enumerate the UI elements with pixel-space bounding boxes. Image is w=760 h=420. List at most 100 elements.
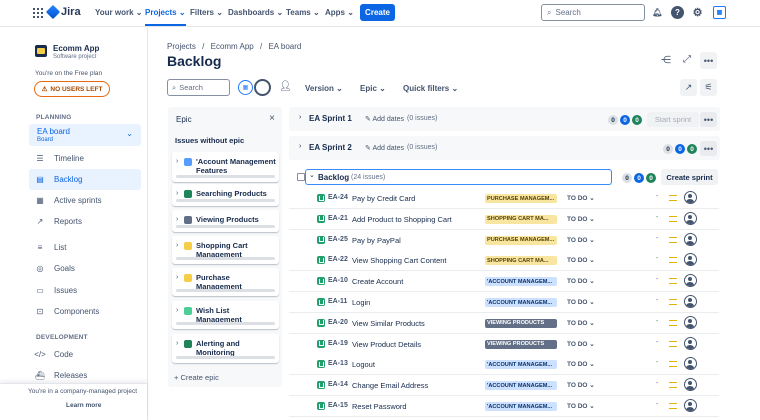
status-dropdown[interactable]: TO DO ⌄ bbox=[567, 319, 595, 327]
nav-teams[interactable]: Teams ⌄ bbox=[286, 8, 320, 17]
epic-card[interactable]: › Purchase Management bbox=[172, 268, 279, 296]
table-row[interactable]: EA-24 Pay by Credit Card PURCHASE MANAGEM.… bbox=[289, 188, 719, 209]
assignee-avatar-icon[interactable] bbox=[684, 253, 697, 267]
estimate[interactable]: - bbox=[656, 235, 658, 242]
assignee-avatar-icon[interactable] bbox=[684, 211, 697, 225]
epic-card[interactable]: › Shopping Cart Management bbox=[172, 236, 279, 264]
breadcrumb-projects[interactable]: Projects bbox=[167, 42, 196, 51]
issue-key[interactable]: EA-15 bbox=[328, 402, 348, 409]
issue-summary[interactable]: Reset Password bbox=[352, 402, 407, 411]
add-people-icon[interactable]: 👤︎ bbox=[279, 81, 292, 92]
issue-key[interactable]: EA-13 bbox=[328, 360, 348, 367]
create-epic-button[interactable]: + Create epic bbox=[174, 373, 219, 382]
start-sprint-button[interactable]: Start sprint bbox=[647, 112, 699, 127]
notifications-icon[interactable]: 🔔︎ bbox=[651, 6, 664, 19]
sidebar-item-code[interactable]: </> Code bbox=[29, 344, 141, 365]
table-row[interactable]: EA-13 Logout 'ACCOUNT MANAGEM... TO DO ⌄ - bbox=[289, 354, 719, 376]
table-row[interactable]: EA-19 View Product Details VIEWING PRODUCT… bbox=[289, 333, 719, 355]
nav-filters[interactable]: Filters ⌄ bbox=[190, 8, 223, 17]
assignee-avatar-icon[interactable] bbox=[684, 399, 697, 412]
project-name[interactable]: Ecomm App bbox=[53, 44, 99, 53]
status-dropdown[interactable]: TO DO ⌄ bbox=[567, 236, 595, 244]
assignee-avatar-icon[interactable] bbox=[684, 378, 697, 392]
table-row[interactable]: EA-15 Reset Password 'ACCOUNT MANAGEM... TO… bbox=[289, 396, 719, 417]
estimate[interactable]: - bbox=[656, 339, 658, 346]
epic-card[interactable]: › 'Account Management Features bbox=[172, 152, 279, 182]
epic-lozenge[interactable]: 'ACCOUNT MANAGEM... bbox=[485, 298, 557, 307]
assignee-avatar-icon[interactable] bbox=[684, 336, 697, 350]
jira-logo[interactable]: Jira bbox=[45, 4, 81, 20]
epic-lozenge[interactable]: VIEWING PRODUCTS bbox=[485, 339, 557, 349]
issue-summary[interactable]: View Product Details bbox=[352, 340, 421, 349]
estimate[interactable]: - bbox=[656, 276, 658, 283]
estimate[interactable]: - bbox=[656, 401, 658, 408]
sidebar-item-active-sprints[interactable]: ▦ Active sprints bbox=[29, 190, 141, 211]
sidebar-item-timeline[interactable]: ☰ Timeline bbox=[29, 148, 141, 169]
epic-card[interactable]: › Searching Products bbox=[172, 184, 279, 206]
status-dropdown[interactable]: TO DO ⌄ bbox=[567, 381, 595, 389]
sprint-row[interactable]: › EA Sprint 2 ✎ Add dates (0 issues) 0 0… bbox=[289, 136, 720, 160]
assignee-avatar-icon[interactable] bbox=[684, 315, 697, 329]
add-dates-button[interactable]: ✎ Add dates bbox=[365, 115, 404, 123]
table-row[interactable]: EA-22 View Shopping Cart Content SHOPPING … bbox=[289, 250, 719, 272]
issue-key[interactable]: EA-14 bbox=[328, 381, 348, 388]
assignee-avatar-icon[interactable] bbox=[684, 232, 697, 246]
issue-summary[interactable]: Pay by PayPal bbox=[352, 236, 401, 245]
profile-avatar-icon[interactable]: ▦ bbox=[713, 6, 726, 19]
sidebar-item-list[interactable]: ≡ List bbox=[29, 237, 141, 258]
issue-summary[interactable]: Logout bbox=[352, 360, 375, 369]
status-dropdown[interactable]: TO DO ⌄ bbox=[567, 256, 595, 264]
help-icon[interactable]: ? bbox=[671, 6, 684, 19]
estimate[interactable]: - bbox=[656, 193, 658, 200]
epic-card[interactable]: › Wish List Management bbox=[172, 301, 279, 329]
estimate[interactable]: - bbox=[656, 318, 658, 325]
issue-summary[interactable]: View Similar Products bbox=[352, 319, 425, 328]
settings-gear-icon[interactable]: ⚙ bbox=[691, 6, 704, 19]
sidebar-item-goals[interactable]: ◎ Goals bbox=[29, 258, 141, 279]
breadcrumb-board[interactable]: EA board bbox=[268, 42, 301, 51]
assignee-avatar-icon[interactable] bbox=[684, 295, 697, 308]
version-filter[interactable]: Version ⌄ bbox=[305, 84, 343, 93]
app-switcher-icon[interactable] bbox=[33, 8, 43, 18]
issue-key[interactable]: EA-10 bbox=[328, 277, 348, 284]
nav-projects[interactable]: Projects ⌄ bbox=[145, 8, 186, 26]
issues-without-epic[interactable]: Issues without epic bbox=[175, 136, 244, 145]
issue-summary[interactable]: Create Account bbox=[352, 277, 403, 286]
fullscreen-icon[interactable]: ⤢ bbox=[683, 54, 691, 65]
epic-lozenge[interactable]: PURCHASE MANAGEM... bbox=[485, 194, 557, 203]
issue-summary[interactable]: Login bbox=[352, 298, 370, 307]
epic-lozenge[interactable]: 'ACCOUNT MANAGEM... bbox=[485, 360, 557, 370]
create-sprint-button[interactable]: Create sprint bbox=[661, 169, 718, 185]
nav-dashboards[interactable]: Dashboards ⌄ bbox=[228, 8, 283, 17]
epic-lozenge[interactable]: 'ACCOUNT MANAGEM... bbox=[485, 381, 557, 391]
status-dropdown[interactable]: TO DO ⌄ bbox=[567, 360, 595, 368]
learn-more-link[interactable]: Learn more bbox=[66, 402, 101, 409]
no-users-left-badge[interactable]: ⚠ NO USERS LEFT bbox=[34, 81, 110, 97]
sprint-more-button[interactable]: ••• bbox=[700, 141, 717, 156]
issue-summary[interactable]: Pay by Credit Card bbox=[352, 194, 415, 203]
table-row[interactable]: EA-20 View Similar Products VIEWING PRODUC… bbox=[289, 312, 719, 334]
assignee-avatar-icon[interactable] bbox=[684, 357, 697, 371]
issue-summary[interactable]: View Shopping Cart Content bbox=[352, 256, 447, 265]
issue-key[interactable]: EA-25 bbox=[328, 236, 348, 243]
global-search-input[interactable]: ⌕ Search bbox=[541, 4, 645, 21]
issue-key[interactable]: EA-19 bbox=[328, 340, 348, 347]
create-button[interactable]: Create bbox=[360, 4, 395, 21]
table-row[interactable]: EA-25 Pay by PayPal PURCHASE MANAGEM... TO … bbox=[289, 229, 719, 251]
estimate[interactable]: - bbox=[656, 297, 658, 304]
chevron-right-icon[interactable]: › bbox=[299, 143, 301, 150]
epic-lozenge[interactable]: SHOPPING CART MA... bbox=[485, 256, 557, 266]
epic-lozenge[interactable]: 'ACCOUNT MANAGEM... bbox=[485, 402, 557, 411]
status-dropdown[interactable]: TO DO ⌄ bbox=[567, 194, 595, 202]
issue-summary[interactable]: Add Product to Shopping Cart bbox=[352, 215, 452, 224]
add-dates-button[interactable]: ✎ Add dates bbox=[365, 144, 404, 152]
avatar-group[interactable]: ▦ bbox=[238, 78, 272, 97]
sprint-more-button[interactable]: ••• bbox=[700, 112, 717, 127]
estimate[interactable]: - bbox=[656, 380, 658, 387]
nav-your-work[interactable]: Your work ⌄ bbox=[95, 8, 142, 17]
epic-lozenge[interactable]: VIEWING PRODUCTS bbox=[485, 318, 557, 328]
issue-key[interactable]: EA-24 bbox=[328, 194, 348, 201]
backlog-select-all-checkbox[interactable] bbox=[297, 173, 305, 181]
backlog-header[interactable]: ⌄ Backlog (24 issues) bbox=[305, 169, 612, 185]
issue-key[interactable]: EA-22 bbox=[328, 256, 348, 263]
